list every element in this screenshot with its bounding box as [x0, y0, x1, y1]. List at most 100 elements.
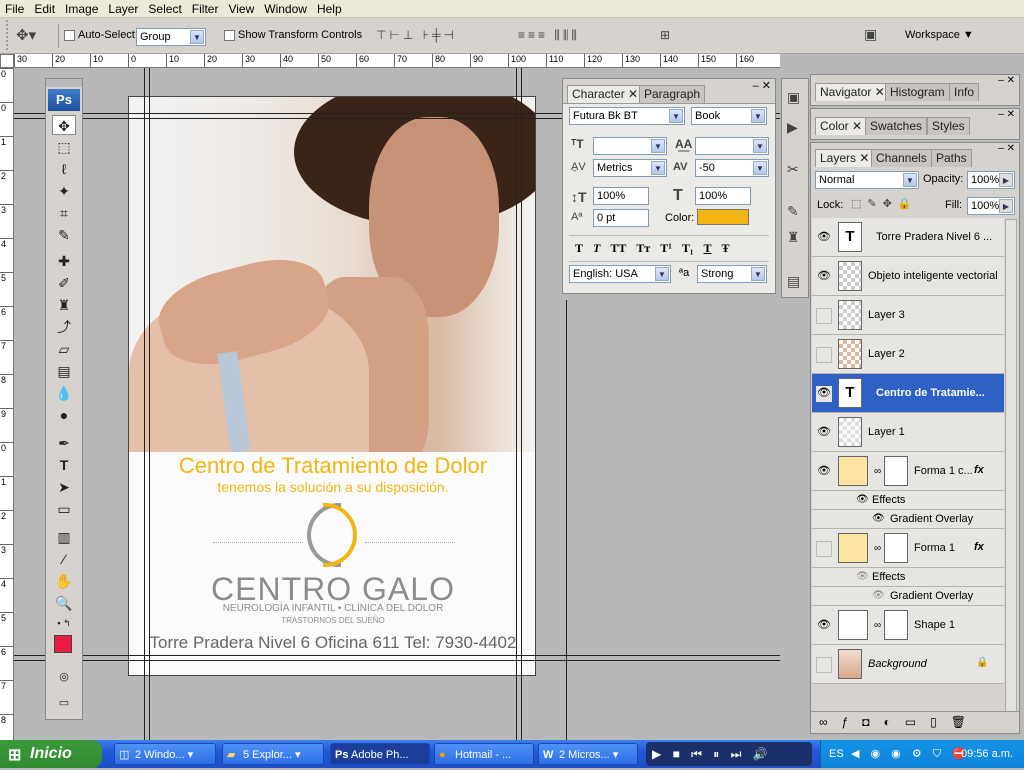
tab-styles[interactable]: Styles — [927, 117, 970, 135]
zoom-tool-icon[interactable]: 🔍 — [52, 593, 76, 613]
tool-presets-icon[interactable]: ✂ — [787, 161, 799, 178]
menu-view[interactable]: View — [223, 0, 259, 18]
auto-align-icon[interactable]: ⊞ — [660, 28, 670, 42]
ps-logo[interactable]: Ps — [48, 89, 80, 111]
distribute-icons[interactable]: ≡≡≡ ⫼⫼⫼ — [518, 28, 580, 43]
faux-italic-button[interactable]: T — [593, 241, 600, 256]
ruler-origin[interactable] — [0, 54, 14, 68]
start-button[interactable]: ⊞ Inicio — [0, 740, 102, 768]
history-panel-icon[interactable]: ▣ — [787, 89, 800, 106]
guide-vertical[interactable] — [516, 68, 517, 740]
tab-paragraph[interactable]: Paragraph — [639, 85, 706, 103]
close-icon[interactable]: – ✕ — [998, 109, 1015, 120]
tab-color[interactable]: Color ✕ — [815, 117, 868, 135]
crop-tool-icon[interactable]: ⌗ — [52, 203, 76, 223]
slice-tool-icon[interactable]: ✎ — [52, 225, 76, 245]
new-layer-icon[interactable]: ▯ — [930, 715, 951, 729]
eye-icon[interactable]: 👁 — [872, 513, 885, 524]
tab-info[interactable]: Info — [949, 83, 980, 101]
layer-row[interactable]: ∞ Forma 1 fx — [812, 529, 1004, 568]
menu-filter[interactable]: Filter — [187, 0, 224, 18]
underline-button[interactable]: T — [704, 241, 712, 256]
guide-vertical[interactable] — [144, 68, 145, 740]
tray-icons[interactable]: ◀ ◉ ◉ ⚙ ⛉ ⛔ — [851, 740, 970, 768]
toolbox-grip[interactable] — [46, 79, 82, 87]
screen-mode-icon[interactable]: ▭ — [52, 693, 76, 713]
taskbar-item[interactable]: W2 Micros... ▾ — [538, 743, 638, 765]
fx-badge[interactable]: fx — [974, 541, 984, 553]
effects-row[interactable]: 👁 Effects — [812, 491, 1004, 510]
layer-row[interactable]: Layer 2 — [812, 335, 1004, 374]
foreground-color-swatch[interactable] — [54, 635, 72, 653]
magic-wand-icon[interactable]: ✦ — [52, 181, 76, 201]
media-player-controls[interactable]: ▶ ■ ⏮ ⏸ ⏭ 🔊 — [646, 742, 812, 766]
fx-badge[interactable]: fx — [974, 464, 984, 476]
small-caps-button[interactable]: Tт — [636, 241, 650, 256]
eye-icon[interactable]: 👁 — [816, 464, 832, 480]
eye-icon[interactable]: 👁 — [816, 386, 832, 402]
marquee-tool-icon[interactable]: ⬚ — [52, 137, 76, 157]
close-icon[interactable]: – ✕ — [753, 79, 771, 92]
text-color-swatch[interactable] — [697, 209, 749, 225]
tab-channels[interactable]: Channels — [871, 149, 932, 167]
notes-tool-icon[interactable]: ▥ — [52, 527, 76, 547]
tab-paths[interactable]: Paths — [931, 149, 972, 167]
layers-scrollbar[interactable] — [1005, 219, 1017, 713]
document-canvas[interactable]: Centro de Tratamiento de Dolor tenemos l… — [128, 96, 536, 676]
horizontal-scale-input[interactable]: 100% — [695, 187, 751, 205]
eye-icon[interactable]: 👁 — [872, 590, 885, 601]
eye-icon[interactable]: 👁 — [816, 269, 832, 285]
layer-row-selected[interactable]: 👁 T Centro de Tratamie... — [812, 374, 1004, 413]
eyedropper-icon[interactable]: ⁄ — [52, 549, 76, 569]
tab-histogram[interactable]: Histogram — [885, 83, 950, 101]
taskbar-item[interactable]: ▰ 5 Explor... ▾ — [222, 743, 324, 765]
eye-icon[interactable]: 👁 — [856, 494, 869, 505]
menu-file[interactable]: File — [0, 0, 29, 18]
tab-character[interactable]: Character ✕ — [567, 85, 644, 103]
trash-icon[interactable]: 🗑 — [951, 715, 980, 729]
leading-dropdown[interactable]: ▼ — [695, 137, 769, 155]
guide-horizontal[interactable] — [14, 660, 780, 661]
quick-mask-icon[interactable]: ◎ — [52, 667, 76, 687]
font-family-dropdown[interactable]: Futura Bk BT ▼ — [569, 107, 685, 125]
workspace-button[interactable]: Workspace ▼ — [905, 29, 974, 41]
tab-swatches[interactable]: Swatches — [865, 117, 928, 135]
gradient-tool-icon[interactable]: ▤ — [52, 361, 76, 381]
menu-layer[interactable]: Layer — [103, 0, 143, 18]
blur-tool-icon[interactable]: 💧 — [52, 383, 76, 403]
opacity-input[interactable]: 100% ▶ — [967, 171, 1015, 189]
kerning-dropdown[interactable]: Metrics ▼ — [593, 159, 667, 177]
lock-icons[interactable]: ⬚✎✥🔒 — [851, 197, 918, 210]
fill-input[interactable]: 100% ▶ — [967, 197, 1015, 215]
layer-row[interactable]: 👁 T Torre Pradera Nivel 6 ... — [812, 218, 1004, 257]
move-tool-preset-icon[interactable]: ✥▾ — [16, 26, 36, 44]
effect-row[interactable]: 👁 Gradient Overlay — [812, 510, 1004, 529]
move-tool-icon[interactable]: ✥ — [52, 115, 76, 135]
align-icons[interactable]: ⊤⊢⊥ ⊦╪⊣ — [376, 28, 457, 42]
layer-row[interactable]: Layer 3 — [812, 296, 1004, 335]
guide-horizontal[interactable] — [14, 655, 780, 656]
eye-hidden-icon[interactable] — [816, 308, 832, 324]
taskbar-item[interactable]: ● Hotmail - ... — [434, 743, 534, 765]
adjustment-icon[interactable]: ◐ — [884, 715, 905, 729]
guide-vertical[interactable] — [149, 68, 150, 740]
effect-row[interactable]: 👁 Gradient Overlay — [812, 587, 1004, 606]
eye-icon[interactable]: 👁 — [816, 230, 832, 246]
eraser-tool-icon[interactable]: ▱ — [52, 339, 76, 359]
brush-tool-icon[interactable]: ✐ — [52, 273, 76, 293]
layer-row[interactable]: 👁 Objeto inteligente vectorial — [812, 257, 1004, 296]
eye-icon[interactable]: 👁 — [856, 571, 869, 582]
baseline-shift-input[interactable]: 0 pt — [593, 209, 649, 227]
close-icon[interactable]: – ✕ — [998, 75, 1015, 86]
eye-icon[interactable]: 👁 — [816, 618, 832, 634]
pen-tool-icon[interactable]: ✒ — [52, 433, 76, 453]
hand-tool-icon[interactable]: ✋ — [52, 571, 76, 591]
layer-row[interactable]: Background 🔒 — [812, 645, 1004, 684]
effects-row[interactable]: 👁 Effects — [812, 568, 1004, 587]
taskbar-item[interactable]: ◫ 2 Windo... ▾ — [114, 743, 216, 765]
menu-image[interactable]: Image — [60, 0, 103, 18]
font-size-dropdown[interactable]: ▼ — [593, 137, 667, 155]
actions-panel-icon[interactable]: ▶ — [787, 119, 798, 136]
type-tool-icon[interactable]: T — [52, 455, 76, 475]
workspace-icon[interactable]: ▣ — [864, 26, 877, 43]
